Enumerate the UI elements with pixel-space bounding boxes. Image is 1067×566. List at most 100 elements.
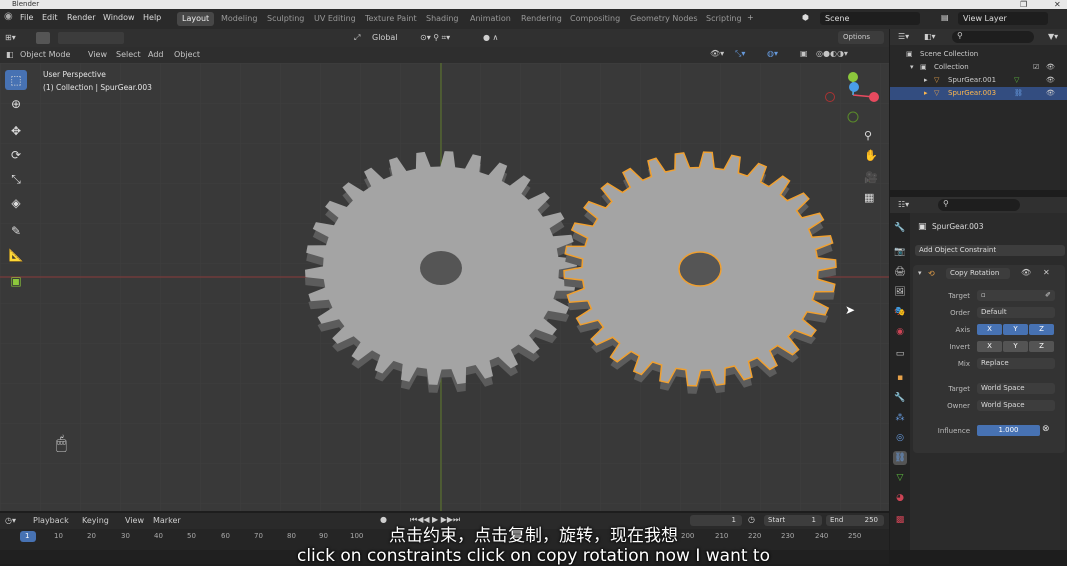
transform-orientation-dropdown[interactable]: Global — [372, 33, 398, 42]
tab-texture-paint[interactable]: Texture Paint — [360, 12, 422, 26]
invert-y-toggle[interactable]: Y — [1003, 341, 1028, 352]
invert-x-toggle[interactable]: X — [977, 341, 1002, 352]
menu-file[interactable]: File — [20, 13, 33, 22]
outliner-search-input[interactable]: ⚲ — [952, 31, 1034, 43]
collection-tab-icon[interactable]: ▭ — [893, 347, 907, 361]
blender-logo-icon[interactable]: ◉ — [4, 11, 13, 22]
material-tab-icon[interactable]: ◕ — [893, 491, 907, 505]
tool-tab-icon[interactable]: 🔧 — [893, 221, 907, 235]
view-layer-field[interactable]: View Layer — [958, 12, 1048, 25]
select-mode-icon[interactable] — [36, 32, 50, 44]
menu-render[interactable]: Render — [67, 13, 95, 22]
add-workspace-icon[interactable]: + — [747, 13, 754, 22]
tab-modeling[interactable]: Modeling — [216, 12, 262, 26]
scene-field[interactable]: Scene — [820, 12, 920, 25]
expand-arrow-icon[interactable]: ▸ — [924, 74, 928, 87]
tab-compositing[interactable]: Compositing — [565, 12, 625, 26]
constraint-name-field[interactable]: Copy Rotation — [946, 268, 1010, 279]
xray-icon[interactable]: ▣ — [800, 49, 808, 58]
menu-select[interactable]: Select — [116, 50, 141, 59]
tab-layout[interactable]: Layout — [177, 12, 215, 26]
tab-shading[interactable]: Shading — [421, 12, 464, 26]
tab-scripting[interactable]: Scripting — [701, 12, 747, 26]
menu-add[interactable]: Add — [148, 50, 164, 59]
outliner-row-scene-collection[interactable]: ▣ Scene Collection — [890, 48, 1067, 61]
editor-type-icon[interactable]: ⊞▾ — [5, 33, 16, 42]
tab-geometry-nodes[interactable]: Geometry Nodes — [625, 12, 702, 26]
zoom-icon[interactable]: ⚲ — [864, 129, 872, 142]
add-cube-tool-icon[interactable]: ▣ — [5, 271, 27, 291]
influence-slider[interactable]: 1.000 — [977, 425, 1040, 436]
invert-z-toggle[interactable]: Z — [1029, 341, 1054, 352]
particles-tab-icon[interactable]: ⁂ — [893, 411, 907, 425]
properties-search-input[interactable]: ⚲ — [938, 199, 1020, 211]
cursor-tool-icon[interactable]: ⊕ — [5, 94, 27, 114]
data-tab-icon[interactable]: ▽ — [893, 471, 907, 485]
order-dropdown[interactable]: Default — [977, 307, 1055, 318]
annotate-tool-icon[interactable]: ✎ — [5, 221, 27, 241]
physics-tab-icon[interactable]: ◎ — [893, 431, 907, 445]
world-tab-icon[interactable]: ◉ — [893, 325, 907, 339]
menu-help[interactable]: Help — [143, 13, 161, 22]
selection-mode-buttons[interactable] — [58, 32, 124, 44]
menu-view[interactable]: View — [88, 50, 107, 59]
close-icon[interactable]: ✕ — [1054, 0, 1061, 9]
outliner-row-collection[interactable]: ▾ ▣ Collection ☑ 👁 — [890, 61, 1067, 74]
tab-rendering[interactable]: Rendering — [516, 12, 567, 26]
delete-constraint-icon[interactable]: ✕ — [1043, 268, 1050, 277]
eye-icon[interactable]: 👁 — [1046, 74, 1055, 87]
tab-uv-editing[interactable]: UV Editing — [309, 12, 361, 26]
measure-tool-icon[interactable]: 📐 — [5, 245, 27, 265]
pan-hand-icon[interactable]: ✋ — [864, 149, 878, 162]
shading-modes-icon[interactable]: ◎●◐◑▾ — [816, 49, 848, 58]
view-layer-icon[interactable]: ▤ — [941, 13, 949, 22]
overlay-icon[interactable]: ◍▾ — [767, 49, 778, 58]
menu-object[interactable]: Object — [174, 50, 200, 59]
outliner-row-spurgear-003[interactable]: ▸ ▽ SpurGear.003 ⛓ 👁 — [890, 87, 1067, 100]
properties-editor-icon[interactable]: ☷▾ — [898, 200, 909, 209]
constraint-tab-icon[interactable]: ⛓ — [893, 451, 907, 465]
menu-window[interactable]: Window — [103, 13, 135, 22]
modifier-tab-icon[interactable]: 🔧 — [893, 391, 907, 405]
eye-icon[interactable]: 👁 — [1046, 87, 1055, 100]
pivot-icon[interactable]: ⊙▾ ⚲ ⌗▾ — [420, 33, 450, 43]
grid-view-icon[interactable]: ▦ — [864, 191, 874, 204]
view-layer-tab-icon[interactable]: 🖼 — [893, 285, 907, 299]
target-space-dropdown[interactable]: World Space — [977, 383, 1055, 394]
outliner-row-spurgear-001[interactable]: ▸ ▽ SpurGear.001 ▽ 👁 — [890, 74, 1067, 87]
scene-tab-icon[interactable]: 🎭 — [893, 305, 907, 319]
add-object-constraint-dropdown[interactable]: Add Object Constraint — [915, 245, 1065, 256]
expand-arrow-icon[interactable]: ▸ — [924, 87, 928, 100]
proportional-edit-icon[interactable]: ● ∧ — [483, 33, 498, 42]
object-tab-icon[interactable]: ▪ — [893, 371, 907, 385]
owner-space-dropdown[interactable]: World Space — [977, 400, 1055, 411]
axis-z-toggle[interactable]: Z — [1029, 324, 1054, 335]
eye-icon[interactable]: 👁 — [1021, 268, 1031, 277]
render-tab-icon[interactable]: 📷 — [893, 245, 907, 259]
eye-icon[interactable]: 👁 — [1046, 61, 1055, 74]
3d-viewport[interactable]: User Perspective (1) Collection | SpurGe… — [0, 63, 889, 511]
mode-dropdown[interactable]: Object Mode — [20, 50, 70, 59]
target-object-field[interactable]: ▫ ✐ — [977, 290, 1055, 301]
transform-tool-icon[interactable]: ◈ — [5, 193, 27, 213]
output-tab-icon[interactable]: 🖨 — [893, 265, 907, 279]
camera-icon[interactable]: 🎥 — [864, 171, 878, 184]
visibility-icon[interactable]: 👁▾ — [710, 49, 724, 58]
tab-sculpting[interactable]: Sculpting — [262, 12, 309, 26]
display-mode-icon[interactable]: ◧▾ — [924, 32, 936, 41]
axis-x-toggle[interactable]: X — [977, 324, 1002, 335]
scale-tool-icon[interactable]: ⤡ — [5, 169, 27, 189]
collapse-arrow-icon[interactable]: ▾ — [918, 269, 922, 277]
restore-icon[interactable]: ❐ — [1020, 0, 1027, 9]
gizmo-icon[interactable]: ⤡▾ — [735, 49, 745, 59]
axis-y-toggle[interactable]: Y — [1003, 324, 1028, 335]
animate-property-icon[interactable]: ⊗ — [1042, 424, 1050, 434]
select-tool-icon[interactable]: ⬚ — [5, 70, 27, 90]
checkbox-icon[interactable]: ☑ — [1033, 61, 1039, 74]
transform-orientation-icon[interactable]: ⤢ — [354, 33, 360, 43]
rotate-tool-icon[interactable]: ⟳ — [5, 145, 27, 165]
tab-animation[interactable]: Animation — [465, 12, 516, 26]
scene-icon[interactable]: ⬢ — [802, 13, 809, 22]
menu-edit[interactable]: Edit — [42, 13, 58, 22]
filter-icon[interactable]: ▼▾ — [1048, 32, 1058, 41]
